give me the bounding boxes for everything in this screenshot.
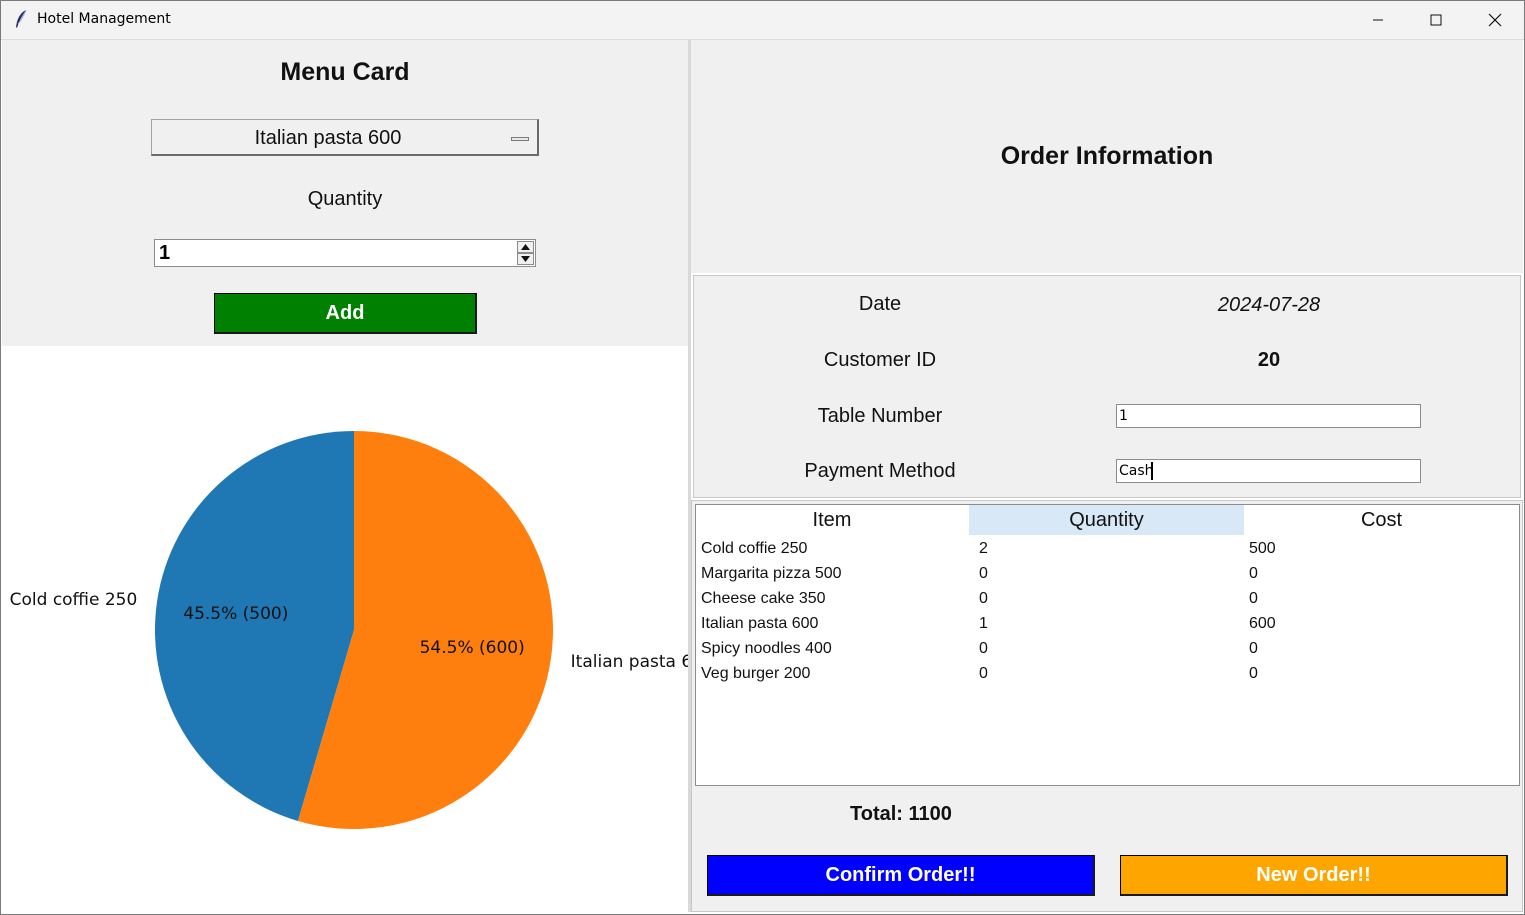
date-label: Date <box>858 293 902 315</box>
date-value: 2024-07-28 <box>1217 294 1321 316</box>
table-cell: Veg burger 200 <box>701 665 811 682</box>
pie-slice-percent-label: 45.5% (500) <box>183 604 288 624</box>
window-title-bar: Hotel Management <box>0 0 1525 40</box>
payment-method-label: Payment Method <box>804 460 956 482</box>
table-cell: 600 <box>1249 615 1276 632</box>
table-cell: 0 <box>1249 565 1258 582</box>
pie-category-label: Cold coffie 250 <box>10 590 138 610</box>
column-header-cost[interactable]: Cost <box>1244 505 1519 535</box>
order-table[interactable]: Item Quantity Cost Cold coffie 250 2 500 Ma… <box>695 504 1520 786</box>
table-cell: Italian pasta 600 <box>701 615 819 632</box>
table-number-field[interactable]: 1 <box>1116 404 1421 428</box>
add-button[interactable]: Add <box>214 293 477 334</box>
customer-id-value: 20 <box>1257 349 1281 371</box>
menu-card-title: Menu Card <box>280 58 410 86</box>
table-cell: 0 <box>979 640 988 657</box>
spin-arrows-icon[interactable] <box>517 241 534 265</box>
table-number-label: Table Number <box>817 405 943 427</box>
table-row[interactable]: Veg burger 200 0 0 <box>696 663 1519 688</box>
confirm-order-button[interactable]: Confirm Order!! <box>707 855 1095 896</box>
order-total: Total: 1100 <box>850 803 952 825</box>
minimize-icon <box>1373 19 1383 20</box>
order-information-title: Order Information <box>1000 142 1214 170</box>
new-order-button[interactable]: New Order!! <box>1120 855 1508 896</box>
table-cell: Spicy noodles 400 <box>701 640 832 657</box>
column-header-quantity[interactable]: Quantity <box>969 505 1244 535</box>
table-cell: 500 <box>1249 540 1276 557</box>
pie-category-label: Italian pasta 600 <box>571 652 688 672</box>
table-cell: Margarita pizza 500 <box>701 565 842 582</box>
table-cell: 0 <box>979 565 988 582</box>
text-cursor <box>1151 462 1153 480</box>
dropdown-selected-value: Italian pasta 600 <box>254 127 402 149</box>
table-row[interactable]: Margarita pizza 500 0 0 <box>696 563 1519 588</box>
table-cell: 0 <box>1249 640 1258 657</box>
quantity-label: Quantity <box>307 188 383 210</box>
quantity-value: 1 <box>159 242 171 264</box>
table-cell: 0 <box>979 665 988 682</box>
table-cell: Cheese cake 350 <box>701 590 826 607</box>
maximize-button[interactable] <box>1407 0 1465 39</box>
table-cell: 1 <box>979 615 988 632</box>
pie-chart: 45.5% (500) Cold coffie 250 54.5% (600) Ita… <box>10 431 688 829</box>
table-row[interactable]: Cold coffie 250 2 500 <box>696 538 1519 563</box>
window-title: Hotel Management <box>37 11 171 27</box>
pie-slice-percent-label: 54.5% (600) <box>420 638 525 658</box>
table-cell: 2 <box>979 540 988 557</box>
table-cell: 0 <box>979 590 988 607</box>
table-cell: 0 <box>1249 590 1258 607</box>
table-row[interactable]: Italian pasta 600 1 600 <box>696 613 1519 638</box>
table-row[interactable]: Spicy noodles 400 0 0 <box>696 638 1519 663</box>
menu-item-dropdown[interactable]: Italian pasta 600 <box>151 119 539 156</box>
table-cell: Cold coffie 250 <box>701 540 808 557</box>
minimize-button[interactable] <box>1349 0 1407 39</box>
close-button[interactable] <box>1466 0 1524 39</box>
maximize-icon <box>1430 14 1442 25</box>
feather-icon <box>16 9 27 28</box>
payment-method-field[interactable]: Cash <box>1116 459 1421 483</box>
table-cell: 0 <box>1249 665 1258 682</box>
customer-id-label: Customer ID <box>823 349 937 371</box>
pie-chart-panel: 45.5% (500) Cold coffie 250 54.5% (600) Ita… <box>2 346 688 912</box>
table-row[interactable]: Cheese cake 350 0 0 <box>696 588 1519 613</box>
column-header-item[interactable]: Item <box>696 505 968 535</box>
close-icon <box>1488 13 1502 26</box>
quantity-spinbox[interactable]: 1 <box>154 239 536 267</box>
dropdown-indicator-icon <box>511 137 529 141</box>
